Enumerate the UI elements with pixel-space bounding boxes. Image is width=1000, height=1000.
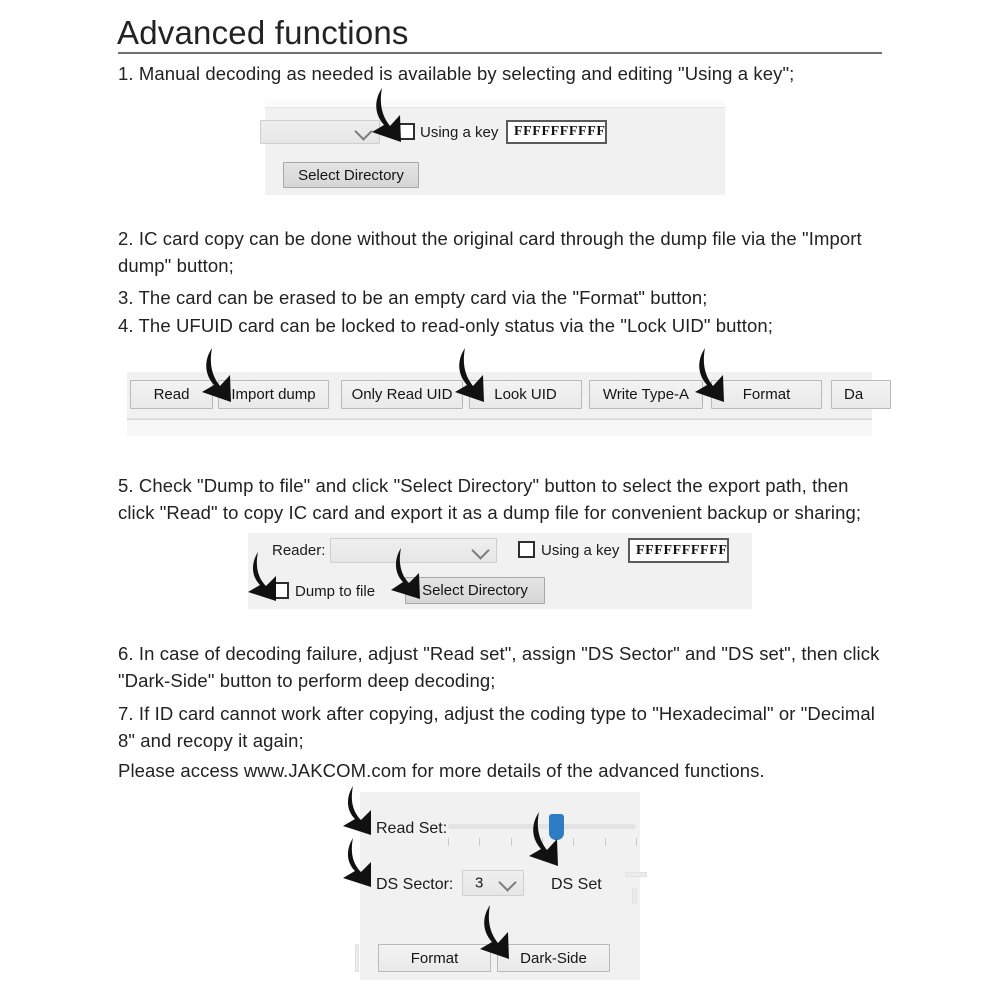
toolbar-button-label: Format xyxy=(742,386,791,403)
select-directory-label: Select Directory xyxy=(298,166,404,184)
dump-to-file-checkbox[interactable] xyxy=(272,582,289,599)
instruction-paragraph-4: 4. The UFUID card can be locked to read-… xyxy=(118,315,774,336)
read-set-label: Read Set: xyxy=(376,820,448,837)
toolbar-button-label: Only Read UID xyxy=(351,386,453,403)
toolbar-button-import-dump[interactable]: Import dump xyxy=(218,380,329,409)
select-directory-button[interactable]: Select Directory xyxy=(283,162,419,188)
toolbar-button-label: Import dump xyxy=(231,386,316,403)
select-directory-label: Select Directory xyxy=(422,582,528,599)
ghost-widget-right-lower xyxy=(632,888,637,904)
title-underline-rule xyxy=(118,52,882,54)
ui-panel-reader-settings: Reader: Using a key FFFFFFFFFFFF Dump to… xyxy=(248,533,752,609)
instruction-paragraph-2: 2. IC card copy can be done without the … xyxy=(118,228,862,276)
toolbar-button-write-type-a[interactable]: Write Type-A xyxy=(589,380,703,409)
format-label: Format xyxy=(410,949,459,967)
reader-dropdown-clipped[interactable] xyxy=(260,120,380,144)
toolbar-button-read[interactable]: Read xyxy=(130,380,213,409)
ghost-widget-right-upper xyxy=(625,872,647,877)
reader-label: Reader: xyxy=(272,542,326,559)
instruction-paragraph-3: 3. The card can be erased to be an empty… xyxy=(118,287,708,308)
ds-sector-dropdown[interactable]: 3 xyxy=(462,870,524,896)
chevron-down-icon xyxy=(471,540,490,560)
toolbar-button-label: Da xyxy=(844,386,864,403)
select-directory-button[interactable]: Select Directory xyxy=(405,577,545,604)
toolbar-button-look-uid[interactable]: Look UID xyxy=(469,380,582,409)
page-title: Advanced functions xyxy=(117,14,409,51)
chevron-down-icon xyxy=(354,122,373,141)
using-a-key-checkbox[interactable] xyxy=(518,541,535,558)
reader-dropdown[interactable] xyxy=(330,538,497,563)
instruction-paragraph-8: Please access www.JAKCOM.com for more de… xyxy=(118,760,765,781)
ds-sector-value: 3 xyxy=(475,874,484,892)
key-value-input[interactable]: FFFFFFFFFFFF xyxy=(628,538,729,563)
key-value-text: FFFFFFFFFFFF xyxy=(514,124,606,139)
read-set-slider-thumb[interactable] xyxy=(549,814,564,840)
ui-panel-key-settings: Using a key FFFFFFFFFFFF Select Director… xyxy=(260,100,725,195)
format-button[interactable]: Format xyxy=(378,944,491,972)
dark-side-button[interactable]: Dark-Side xyxy=(497,944,610,972)
toolbar-lower-strip xyxy=(127,419,872,436)
instruction-paragraph-1: 1. Manual decoding as needed is availabl… xyxy=(118,63,795,84)
toolbar-button-label: Write Type-A xyxy=(602,386,690,403)
instruction-paragraph-5: 5. Check "Dump to file" and click "Selec… xyxy=(118,475,862,523)
chevron-down-icon xyxy=(498,873,517,892)
toolbar-button-label: Read xyxy=(153,386,190,403)
ds-set-label: DS Set xyxy=(551,876,602,893)
toolbar-button-format[interactable]: Format xyxy=(711,380,822,409)
using-a-key-label: Using a key xyxy=(420,124,499,141)
toolbar-button-label: Look UID xyxy=(494,386,557,403)
toolbar-button-only-read-uid[interactable]: Only Read UID xyxy=(341,380,463,409)
read-set-slider-track[interactable] xyxy=(448,824,636,829)
ds-sector-label: DS Sector: xyxy=(376,876,454,893)
dump-to-file-label: Dump to file xyxy=(295,583,376,600)
dark-side-label: Dark-Side xyxy=(520,949,587,967)
toolbar-button-dark-side-clipped[interactable]: Da xyxy=(831,380,891,409)
panel-title-strip xyxy=(265,100,725,108)
read-set-slider-ticks xyxy=(448,838,637,846)
ui-panel-action-toolbar: Read Import dump Only Read UID Look UID … xyxy=(127,372,891,436)
key-value-text: FFFFFFFFFFFF xyxy=(636,542,728,558)
using-a-key-checkbox[interactable] xyxy=(398,123,415,140)
ghost-widget-left-edge xyxy=(355,944,359,972)
instruction-paragraph-7: 7. If ID card cannot work after copying,… xyxy=(118,703,875,751)
key-value-input[interactable]: FFFFFFFFFFFF xyxy=(506,120,607,144)
ui-panel-deep-decoding: Read Set: DS Sector: 3 DS Set Format Dar… xyxy=(355,792,647,980)
instruction-paragraph-6: 6. In case of decoding failure, adjust "… xyxy=(118,643,880,691)
using-a-key-label: Using a key xyxy=(541,542,620,559)
